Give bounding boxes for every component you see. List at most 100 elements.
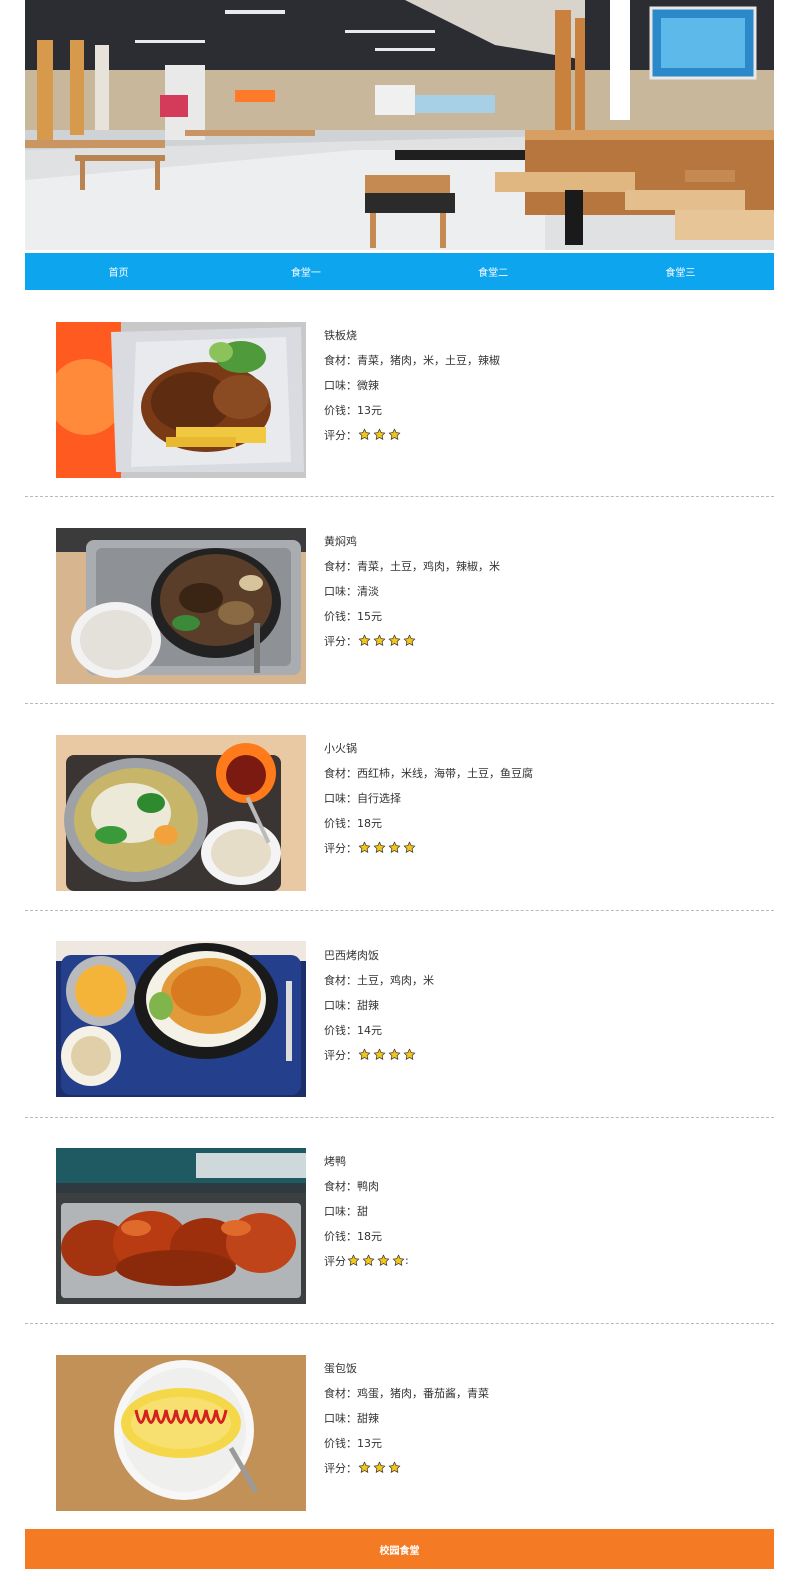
- nav-canteen-3[interactable]: 食堂三: [587, 253, 774, 290]
- dish-photo-roast-duck: [56, 1148, 306, 1304]
- dish-info: 烤鸭 食材： 鸭肉 口味：甜 价钱： 18元 评分:: [324, 1148, 409, 1273]
- star-icon: [373, 841, 386, 853]
- ingredients-label: 食材：: [324, 766, 357, 780]
- star-icon: [403, 1048, 416, 1060]
- taste-value: 甜辣: [357, 998, 379, 1012]
- rating-stars: [358, 634, 416, 647]
- star-icon: [388, 1461, 401, 1473]
- dish-price: 价钱： 18元: [324, 810, 533, 835]
- taste-label: 口味：: [324, 584, 357, 598]
- dish-taste: 口味： 甜辣: [324, 992, 434, 1017]
- dish-taste: 口味： 微辣: [324, 372, 500, 397]
- dish-info: 铁板烧 食材： 青菜，猪肉，米，土豆，辣椒 口味： 微辣 价钱： 13元 评分：: [324, 322, 500, 447]
- dish-name: 小火锅: [324, 741, 357, 755]
- dish-name: 黄焖鸡: [324, 534, 357, 548]
- ingredients-value: 西红柿，米线，海带，土豆，鱼豆腐: [357, 766, 533, 780]
- dish-info: 蛋包饭 食材： 鸡蛋，猪肉，番茄酱，青菜 口味： 甜辣 价钱： 13元 评分：: [324, 1355, 489, 1480]
- dish-rating: 评分：: [324, 835, 533, 860]
- rating-stars: [358, 841, 416, 854]
- star-icon: [388, 841, 401, 853]
- taste-label: 口味：: [324, 378, 357, 392]
- nav-home[interactable]: 首页: [25, 253, 212, 290]
- star-icon: [388, 1048, 401, 1060]
- star-icon: [373, 634, 386, 646]
- star-icon: [362, 1254, 375, 1266]
- rating-label: 评分：: [324, 1461, 357, 1475]
- star-icon: [373, 428, 386, 440]
- dish-ingredients: 食材： 鸭肉: [324, 1173, 409, 1198]
- dish-photo-braised-chicken: [56, 528, 306, 684]
- dish-ingredients: 食材： 土豆，鸡肉，米: [324, 967, 434, 992]
- star-icon: [358, 634, 371, 646]
- dish-rating: 评分：: [324, 1455, 489, 1480]
- price-value: 13元: [357, 1436, 382, 1450]
- taste-label: 口味：: [324, 998, 357, 1012]
- dish-name: 铁板烧: [324, 328, 357, 342]
- taste-value: 甜辣: [357, 1411, 379, 1425]
- taste-value: 清淡: [357, 584, 379, 598]
- price-value: 18元: [357, 1229, 382, 1243]
- ingredients-value: 青菜，土豆，鸡肉，辣椒，米: [357, 559, 500, 573]
- dish-rating: 评分:: [324, 1248, 409, 1273]
- price-label: 价钱：: [324, 1229, 357, 1243]
- star-icon: [358, 1048, 371, 1060]
- star-icon: [373, 1461, 386, 1473]
- dish-rating: 评分：: [324, 1042, 434, 1067]
- taste-label: 口味：: [324, 1204, 357, 1218]
- dish-photo-small-hotpot: [56, 735, 306, 891]
- star-icon: [403, 841, 416, 853]
- star-icon: [388, 634, 401, 646]
- dish-info: 小火锅 食材： 西红柿，米线，海带，土豆，鱼豆腐 口味： 自行选择 价钱： 18元 评…: [324, 735, 533, 860]
- rating-stars: [358, 1048, 416, 1061]
- ingredients-value: 青菜，猪肉，米，土豆，辣椒: [357, 353, 500, 367]
- price-value: 18元: [357, 816, 382, 830]
- ingredients-value: 土豆，鸡肉，米: [357, 973, 434, 987]
- price-label: 价钱：: [324, 816, 357, 830]
- dish-info: 巴西烤肉饭 食材： 土豆，鸡肉，米 口味： 甜辣 价钱： 14元 评分：: [324, 942, 434, 1067]
- nav-canteen-1[interactable]: 食堂一: [212, 253, 399, 290]
- hero-banner-photo: [25, 0, 774, 250]
- main-nav: 首页 食堂一 食堂二 食堂三: [25, 253, 774, 290]
- star-icon: [347, 1254, 360, 1266]
- price-value: 13元: [357, 403, 382, 417]
- price-label: 价钱：: [324, 1023, 357, 1037]
- rating-stars: [347, 1254, 405, 1267]
- dish-name: 巴西烤肉饭: [324, 948, 379, 962]
- star-icon: [392, 1254, 405, 1266]
- dish-name: 蛋包饭: [324, 1361, 357, 1375]
- dish-photo-omelette-rice: [56, 1355, 306, 1511]
- dish-photo-teppanyaki: [56, 322, 306, 478]
- dish-name: 烤鸭: [324, 1154, 346, 1168]
- dish-ingredients: 食材： 青菜，土豆，鸡肉，辣椒，米: [324, 553, 500, 578]
- rating-label: 评分: [324, 1254, 346, 1268]
- taste-label: 口味：: [324, 791, 357, 805]
- ingredients-label: 食材：: [324, 973, 357, 987]
- dish-price: 价钱： 18元: [324, 1223, 409, 1248]
- ingredients-label: 食材：: [324, 1179, 357, 1193]
- dish-card: 小火锅 食材： 西红柿，米线，海带，土豆，鱼豆腐 口味： 自行选择 价钱： 18元 评…: [25, 704, 774, 911]
- taste-value: 微辣: [357, 378, 379, 392]
- nav-canteen-2[interactable]: 食堂二: [400, 253, 587, 290]
- dish-card: 烤鸭 食材： 鸭肉 口味：甜 价钱： 18元 评分:: [25, 1117, 774, 1324]
- taste-label: 口味：: [324, 1411, 357, 1425]
- star-icon: [403, 634, 416, 646]
- star-icon: [358, 428, 371, 440]
- dish-card: 铁板烧 食材： 青菜，猪肉，米，土豆，辣椒 口味： 微辣 价钱： 13元 评分：: [25, 290, 774, 497]
- dish-photo-brazil-bbq-rice: [56, 941, 306, 1097]
- ingredients-label: 食材：: [324, 1386, 357, 1400]
- ingredients-label: 食材：: [324, 353, 357, 367]
- star-icon: [373, 1048, 386, 1060]
- dish-card: 黄焖鸡 食材： 青菜，土豆，鸡肉，辣椒，米 口味： 清淡 价钱： 15元 评分：: [25, 497, 774, 704]
- star-icon: [358, 841, 371, 853]
- rating-label: 评分：: [324, 634, 357, 648]
- star-icon: [388, 428, 401, 440]
- dish-taste: 口味： 清淡: [324, 578, 500, 603]
- rating-label: 评分：: [324, 428, 357, 442]
- dish-taste: 口味： 甜辣: [324, 1405, 489, 1430]
- star-icon: [377, 1254, 390, 1266]
- rating-stars: [358, 1461, 401, 1474]
- price-label: 价钱：: [324, 609, 357, 623]
- site-footer: 校园食堂: [25, 1529, 774, 1569]
- ingredients-value: 鸡蛋，猪肉，番茄酱，青菜: [357, 1386, 489, 1400]
- dish-ingredients: 食材： 鸡蛋，猪肉，番茄酱，青菜: [324, 1380, 489, 1405]
